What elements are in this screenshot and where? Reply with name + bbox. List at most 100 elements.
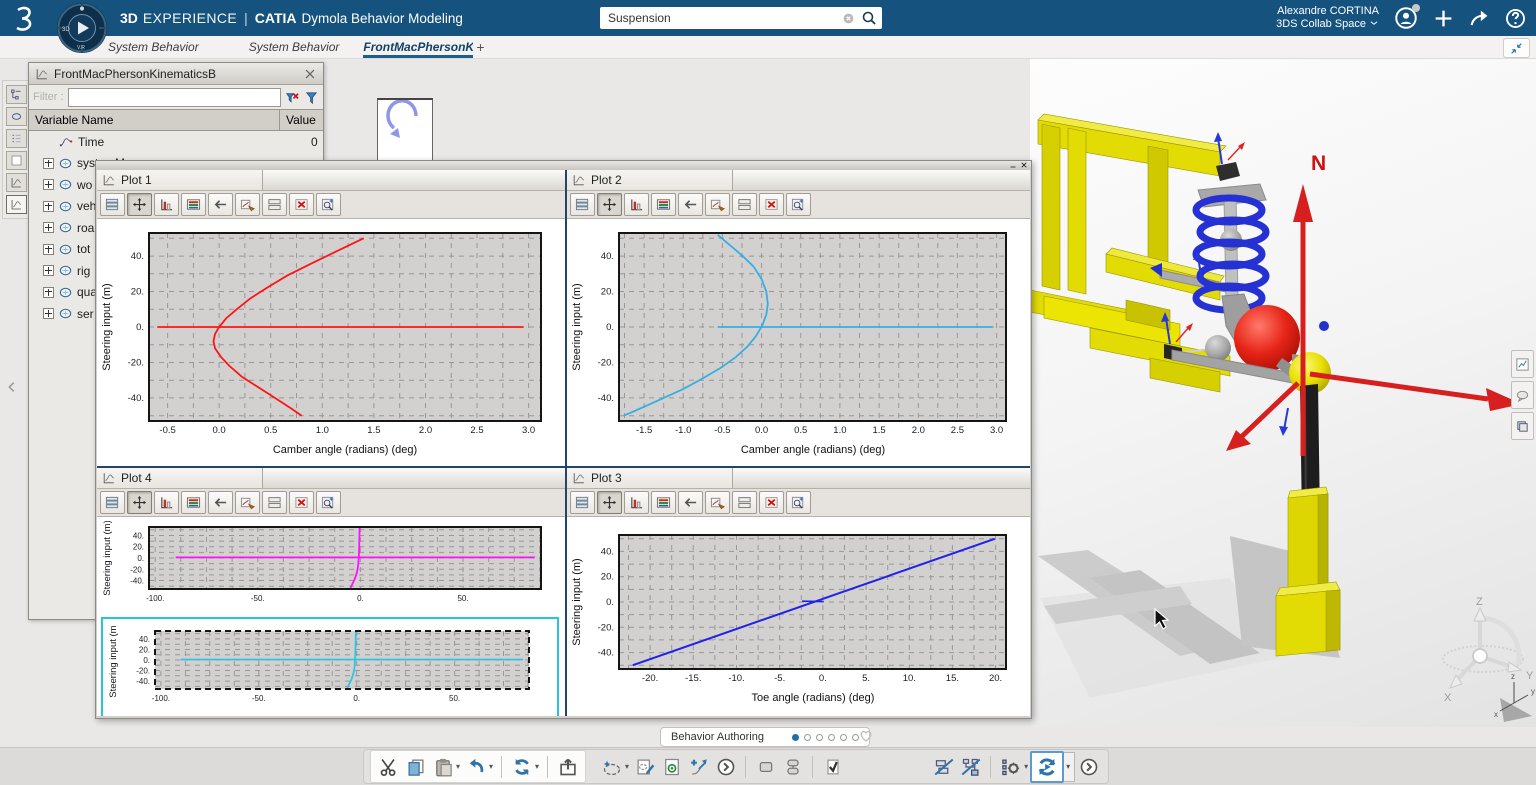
rail-plot-view-b[interactable] (5, 195, 27, 214)
plot-tool-zoom-bars[interactable] (154, 193, 179, 216)
column-value[interactable]: Value (280, 113, 323, 127)
progress-dot-2[interactable] (804, 733, 811, 741)
gear-list-button[interactable] (997, 753, 1024, 780)
plot2-tab[interactable]: Plot 2 (567, 170, 733, 190)
plot-tool-zoom-bars[interactable] (624, 491, 649, 514)
close-icon[interactable] (1020, 161, 1028, 169)
plot-tool-back[interactable] (208, 193, 233, 216)
plot-tool-snapshot[interactable] (651, 491, 676, 514)
rail-structure-tree[interactable] (5, 85, 27, 104)
circle-next-button[interactable] (712, 753, 739, 780)
filter-input[interactable] (67, 87, 281, 107)
sync-button[interactable] (508, 753, 535, 780)
plot-tool-new-diagram[interactable] (705, 193, 730, 216)
view-compass[interactable]: Z X Y z x y (1442, 596, 1535, 719)
plot-tool-delete-plot[interactable] (759, 193, 784, 216)
diagram-block[interactable] (377, 98, 433, 163)
plot-window-titlebar[interactable] (96, 161, 1031, 170)
close-icon[interactable] (303, 67, 317, 81)
panel-titlebar[interactable]: FrontMacPhersonKinematicsB (29, 63, 323, 85)
search-input[interactable] (600, 10, 842, 26)
tab-frontmacpherson-active[interactable]: FrontMacPhersonKinematic (363, 40, 474, 58)
undo-button[interactable] (462, 753, 489, 780)
dropdown-caret[interactable]: ▾ (625, 762, 629, 771)
cut-button[interactable] (375, 753, 402, 780)
minimize-icon[interactable] (1009, 161, 1017, 169)
clear-filter-icon[interactable] (285, 90, 300, 105)
user-info[interactable]: Alexandre CORTINA 3DS Collab Space (1276, 5, 1379, 31)
progress-dot-3[interactable] (816, 733, 823, 741)
shape-stack-button[interactable] (779, 753, 806, 780)
progress-dot-1[interactable] (792, 733, 799, 741)
progress-dot-4[interactable] (828, 733, 835, 741)
workbench-pill[interactable]: Behavior Authoring (660, 727, 870, 747)
expand-icon[interactable] (43, 179, 54, 191)
expand-icon[interactable] (43, 308, 54, 320)
hide-geometry-button[interactable] (930, 753, 957, 780)
new-behavior-button[interactable] (598, 753, 625, 780)
circle-next-button[interactable] (1075, 753, 1102, 780)
plot-tool-diagram-setup[interactable] (316, 491, 341, 514)
selected-subplot[interactable]: -100. -50. 0. 50. 40. 20. 0. -20. -40. Steering i… (101, 617, 559, 716)
expand-icon[interactable] (43, 243, 54, 255)
shape-square-button[interactable] (752, 753, 779, 780)
column-variable-name[interactable]: Variable Name (29, 110, 280, 130)
plot-tool-variables-list[interactable] (570, 491, 595, 514)
plot-tool-delete-plot[interactable] (759, 491, 784, 514)
plot-tool-new-diagram[interactable] (705, 491, 730, 514)
plot-tool-new-diagram[interactable] (235, 193, 260, 216)
rail-variable-list[interactable] (5, 129, 27, 148)
plot-tool-diagram-setup[interactable] (786, 193, 811, 216)
doc-info-button[interactable] (658, 753, 685, 780)
plot-tool-new-diagram[interactable] (235, 491, 260, 514)
help-button[interactable] (1505, 8, 1526, 29)
compass-button[interactable]: 3D V.R (56, 2, 108, 54)
paste-button[interactable] (429, 753, 456, 780)
clear-search-icon[interactable] (842, 12, 855, 25)
copy-button[interactable] (402, 753, 429, 780)
rail-packages[interactable] (5, 107, 27, 126)
plot-tool-variables-list[interactable] (100, 491, 125, 514)
hide-tree-button[interactable] (957, 753, 984, 780)
plot-tool-snapshot[interactable] (651, 193, 676, 216)
plot3-tab[interactable]: Plot 3 (567, 468, 733, 488)
plot-tool-button[interactable] (1511, 350, 1534, 378)
new-tab-button[interactable]: + (476, 39, 484, 58)
plot-tool-tile-rows[interactable] (732, 491, 757, 514)
plot-tool-delete-plot[interactable] (289, 491, 314, 514)
3d-viewport[interactable]: N Z X Y z x y (1029, 58, 1536, 727)
plot-tool-back[interactable] (678, 491, 703, 514)
plot-tool-diagram-setup[interactable] (316, 193, 341, 216)
dropdown-caret[interactable]: ▾ (535, 762, 539, 771)
plot-tool-variables-list[interactable] (570, 193, 595, 216)
plot-tool-tile-rows[interactable] (262, 193, 287, 216)
plot4-tab[interactable]: Plot 4 (97, 468, 263, 488)
plot-tool-back[interactable] (678, 193, 703, 216)
filter-icon[interactable] (304, 90, 319, 105)
chevron-down-icon[interactable] (1369, 18, 1379, 28)
rail-plot-view-a[interactable] (5, 173, 27, 192)
layers-tool-button[interactable] (1511, 412, 1534, 440)
edit-behavior-button[interactable] (631, 753, 658, 780)
expand-icon[interactable] (43, 157, 54, 169)
tab-system-behavior-2[interactable]: System Behavior (249, 40, 340, 58)
plot-tool-variables-list[interactable] (100, 193, 125, 216)
dropdown-caret[interactable]: ▾ (1024, 762, 1028, 771)
dropdown-caret[interactable]: ▾ (456, 762, 460, 771)
plot-tool-pan[interactable] (597, 193, 622, 216)
plot1-tab[interactable]: Plot 1 (97, 170, 263, 190)
expand-icon[interactable] (43, 265, 54, 277)
tree-row[interactable]: Time 0 (29, 131, 323, 153)
dropdown-caret[interactable]: ▾ (1064, 751, 1076, 782)
rail-blank-view[interactable] (5, 151, 27, 170)
add-app-button[interactable] (1433, 8, 1454, 29)
plot-tool-back[interactable] (208, 491, 233, 514)
play-simulation-button[interactable] (1030, 750, 1065, 783)
favorites-icon[interactable] (858, 728, 874, 744)
plot-tool-pan[interactable] (597, 491, 622, 514)
search-icon[interactable] (861, 10, 877, 26)
collapse-window-button[interactable] (1503, 38, 1530, 58)
plot-tool-snapshot[interactable] (181, 491, 206, 514)
expand-icon[interactable] (43, 222, 54, 234)
share-button[interactable] (1469, 8, 1490, 29)
